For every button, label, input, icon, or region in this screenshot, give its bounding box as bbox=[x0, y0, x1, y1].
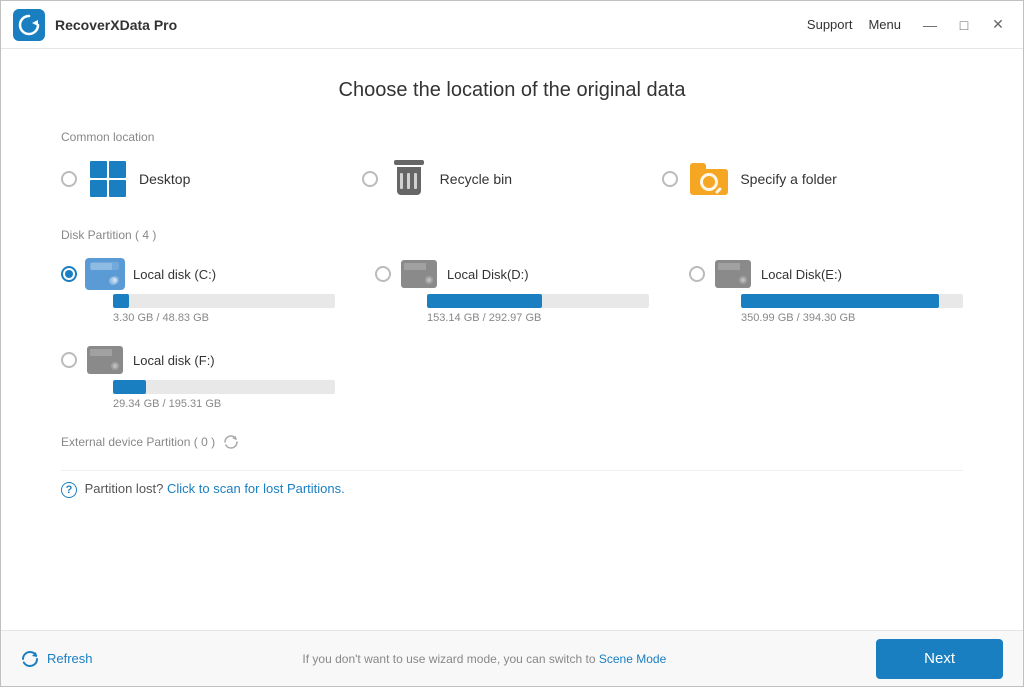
footer-center-text: If you don't want to use wizard mode, yo… bbox=[93, 652, 877, 666]
titlebar: RecoverXData Pro Support Menu — □ ✕ bbox=[1, 1, 1023, 49]
disk-d-progress-bar bbox=[427, 294, 542, 308]
partition-lost-text: Partition lost? bbox=[85, 481, 164, 496]
disk-e-name: Local Disk(E:) bbox=[761, 267, 842, 282]
app-logo bbox=[13, 9, 45, 41]
hdd-icon-c bbox=[85, 258, 125, 290]
hdd-icon-e bbox=[713, 258, 753, 290]
disk-c-header: Local disk (C:) bbox=[61, 258, 335, 290]
desktop-label: Desktop bbox=[139, 171, 190, 187]
hdd-svg-c bbox=[85, 258, 125, 290]
location-folder[interactable]: Specify a folder bbox=[662, 158, 963, 200]
disk-e-size: 350.99 GB / 394.30 GB bbox=[741, 312, 963, 324]
radio-folder[interactable] bbox=[662, 171, 678, 187]
disk-d-name: Local Disk(D:) bbox=[447, 267, 529, 282]
app-window: RecoverXData Pro Support Menu — □ ✕ Choo… bbox=[0, 0, 1024, 687]
desktop-icon-wrapper bbox=[87, 158, 129, 200]
disk-e-progress-bar bbox=[741, 294, 939, 308]
disk-c-progress-container bbox=[113, 294, 335, 308]
page-title: Choose the location of the original data bbox=[61, 79, 963, 102]
folder-label: Specify a folder bbox=[740, 171, 837, 187]
close-button[interactable]: ✕ bbox=[985, 12, 1011, 38]
scene-mode-link[interactable]: Scene Mode bbox=[599, 652, 666, 666]
hdd-svg-e bbox=[713, 258, 753, 290]
disk-d-progress-container bbox=[427, 294, 649, 308]
location-recycle[interactable]: Recycle bin bbox=[362, 158, 663, 200]
external-label: External device Partition ( 0 ) bbox=[61, 435, 215, 449]
radio-disk-d[interactable] bbox=[375, 266, 391, 282]
disk-e[interactable]: Local Disk(E:) 350.99 GB / 394.30 GB bbox=[689, 258, 963, 324]
disk-f[interactable]: Local disk (F:) 29.34 GB / 195.31 GB bbox=[61, 344, 335, 410]
window-controls: — □ ✕ bbox=[917, 12, 1011, 38]
folder-icon-wrapper bbox=[688, 158, 730, 200]
disk-f-size: 29.34 GB / 195.31 GB bbox=[113, 398, 335, 410]
footer-hint-text: If you don't want to use wizard mode, yo… bbox=[302, 652, 595, 666]
external-section: External device Partition ( 0 ) bbox=[61, 434, 963, 450]
radio-disk-c[interactable] bbox=[61, 266, 77, 282]
disk-partition-label: Disk Partition ( 4 ) bbox=[61, 228, 963, 242]
disk-c[interactable]: Local disk (C:) 3.30 GB / 48.83 GB bbox=[61, 258, 335, 324]
external-refresh-icon[interactable] bbox=[223, 434, 239, 450]
disk-f-progress-container bbox=[113, 380, 335, 394]
recycle-label: Recycle bin bbox=[440, 171, 512, 187]
recycle-icon-wrapper bbox=[388, 158, 430, 200]
support-link[interactable]: Support bbox=[807, 17, 853, 32]
disk-d-size: 153.14 GB / 292.97 GB bbox=[427, 312, 649, 324]
hdd-svg-d bbox=[399, 258, 439, 290]
titlebar-nav: Support Menu bbox=[807, 17, 901, 32]
disk-c-name: Local disk (C:) bbox=[133, 267, 216, 282]
radio-recycle[interactable] bbox=[362, 171, 378, 187]
next-button[interactable]: Next bbox=[876, 639, 1003, 679]
disk-e-progress-container bbox=[741, 294, 963, 308]
disk-d-header: Local Disk(D:) bbox=[375, 258, 649, 290]
refresh-icon bbox=[21, 650, 39, 668]
disk-c-progress-bar bbox=[113, 294, 129, 308]
disk-d[interactable]: Local Disk(D:) 153.14 GB / 292.97 GB bbox=[375, 258, 649, 324]
app-title: RecoverXData Pro bbox=[55, 17, 177, 33]
hdd-icon-f bbox=[85, 344, 125, 376]
radio-disk-f[interactable] bbox=[61, 352, 77, 368]
logo-icon bbox=[18, 14, 40, 36]
radio-disk-e[interactable] bbox=[689, 266, 705, 282]
titlebar-right: Support Menu — □ ✕ bbox=[807, 12, 1011, 38]
minimize-button[interactable]: — bbox=[917, 12, 943, 38]
radio-desktop[interactable] bbox=[61, 171, 77, 187]
windows-icon bbox=[90, 161, 126, 197]
refresh-label: Refresh bbox=[47, 651, 93, 666]
common-locations-grid: Desktop bbox=[61, 158, 963, 200]
partition-lost-link[interactable]: Click to scan for lost Partitions. bbox=[167, 481, 345, 496]
disk-e-header: Local Disk(E:) bbox=[689, 258, 963, 290]
question-icon: ? bbox=[61, 482, 77, 498]
recycle-bin-icon bbox=[392, 160, 426, 198]
menu-link[interactable]: Menu bbox=[868, 17, 901, 32]
partition-lost-section: ? Partition lost? Click to scan for lost… bbox=[61, 470, 963, 498]
refresh-button[interactable]: Refresh bbox=[21, 650, 93, 668]
disk-f-name: Local disk (F:) bbox=[133, 353, 215, 368]
hdd-icon-d bbox=[399, 258, 439, 290]
location-desktop[interactable]: Desktop bbox=[61, 158, 362, 200]
common-location-label: Common location bbox=[61, 130, 963, 144]
folder-icon bbox=[690, 163, 728, 195]
disk-f-progress-bar bbox=[113, 380, 146, 394]
disk-c-size: 3.30 GB / 48.83 GB bbox=[113, 312, 335, 324]
footer: Refresh If you don't want to use wizard … bbox=[1, 630, 1023, 686]
disk-f-header: Local disk (F:) bbox=[61, 344, 335, 376]
content-area: Choose the location of the original data… bbox=[1, 49, 1023, 630]
maximize-button[interactable]: □ bbox=[951, 12, 977, 38]
disks-grid: Local disk (C:) 3.30 GB / 48.83 GB bbox=[61, 258, 963, 410]
titlebar-left: RecoverXData Pro bbox=[13, 9, 177, 41]
hdd-svg-f bbox=[85, 344, 125, 376]
